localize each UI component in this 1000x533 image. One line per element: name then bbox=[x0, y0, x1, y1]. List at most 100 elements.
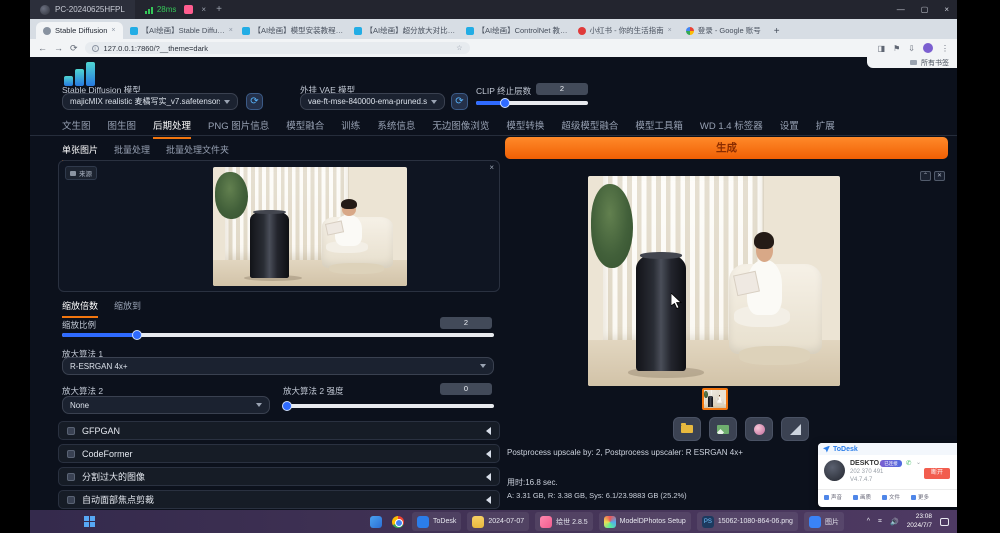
chrome-taskbar-button[interactable] bbox=[390, 512, 406, 531]
checkbox[interactable] bbox=[67, 450, 75, 458]
site-info-icon[interactable]: i bbox=[92, 45, 99, 52]
network-icon[interactable]: ⌗ bbox=[878, 518, 882, 526]
maximize-button[interactable]: ▢ bbox=[921, 5, 929, 14]
browser-tab[interactable]: 小红书 - 你的生活指南× bbox=[571, 22, 679, 39]
checkbox[interactable] bbox=[67, 496, 75, 504]
setup-taskbar-button[interactable]: ModelDPhotos Setup bbox=[599, 512, 691, 531]
checkbox[interactable] bbox=[67, 427, 75, 435]
tray-expand-icon[interactable]: ^ bbox=[867, 518, 870, 525]
open-folder-button[interactable] bbox=[673, 417, 701, 441]
browser-tab[interactable]: 登录 - Google 账号 bbox=[679, 22, 768, 39]
accordion-codeformer[interactable]: CodeFormer bbox=[58, 444, 500, 463]
checkbox[interactable] bbox=[67, 473, 75, 481]
forward-icon[interactable]: → bbox=[54, 43, 63, 53]
tray-date: 2024/7/7 bbox=[907, 522, 932, 530]
reload-icon[interactable]: ⟳ bbox=[70, 43, 78, 54]
address-bar[interactable]: i 127.0.0.1:7860/?__theme=dark ☆ bbox=[85, 42, 470, 54]
browser-tab[interactable]: 【AI绘画】ControlNet 教…× bbox=[459, 22, 571, 39]
save-image-button[interactable] bbox=[709, 417, 737, 441]
todesk-header[interactable]: ToDesk bbox=[818, 443, 957, 455]
browser-tab[interactable]: 【AI绘画】超分放大对比…× bbox=[347, 22, 459, 39]
taskbar-clock[interactable]: 23:08 2024/7/7 bbox=[907, 513, 932, 530]
minimize-button[interactable]: — bbox=[897, 5, 905, 14]
more-action[interactable]: 更多 bbox=[911, 493, 929, 501]
clip-skip-value[interactable]: 2 bbox=[536, 83, 588, 95]
sound-action[interactable]: 声音 bbox=[824, 493, 842, 501]
mouse-cursor bbox=[671, 293, 682, 309]
file-action[interactable]: 文件 bbox=[882, 493, 900, 501]
record-icon[interactable] bbox=[184, 5, 193, 14]
bookmark-star-icon[interactable]: ☆ bbox=[456, 44, 462, 52]
vae-dropdown[interactable]: vae-ft-mse-840000-ema-pruned.safetensors bbox=[300, 93, 445, 110]
close-button[interactable]: × bbox=[944, 5, 949, 14]
tab-close-icon[interactable]: × bbox=[668, 27, 672, 34]
send-to-extras-button[interactable] bbox=[781, 417, 809, 441]
refresh-model-button[interactable]: ⟳ bbox=[246, 93, 263, 110]
tab-close-icon[interactable]: × bbox=[111, 27, 115, 34]
accordion-auto-face-crop[interactable]: 自动面部焦点剪裁 bbox=[58, 490, 500, 509]
system-tray: ^ ⌗ 🔊 23:08 2024/7/7 bbox=[867, 513, 957, 530]
remote-session-tab[interactable]: PC-20240625HFPL bbox=[30, 0, 135, 19]
tab-close-icon[interactable]: × bbox=[229, 27, 233, 34]
png-file-taskbar-button[interactable]: PS15062-1080-864-06.png bbox=[697, 512, 798, 531]
generate-button[interactable]: 生成 bbox=[505, 137, 948, 159]
image-file-icon: PS bbox=[702, 516, 714, 528]
collapse-arrow-icon bbox=[486, 496, 491, 504]
session-close-button[interactable]: × bbox=[201, 5, 206, 14]
fullscreen-icon[interactable]: ⌃ bbox=[920, 171, 931, 181]
clear-image-button[interactable]: × bbox=[489, 163, 494, 172]
notification-icon[interactable] bbox=[940, 518, 949, 526]
quality-action[interactable]: 画质 bbox=[853, 493, 871, 501]
resize-slider[interactable] bbox=[62, 333, 494, 337]
sound-icon bbox=[824, 495, 829, 500]
url-text: 127.0.0.1:7860/?__theme=dark bbox=[104, 44, 452, 53]
accordion-gfpgan[interactable]: GFPGAN bbox=[58, 421, 500, 440]
photos-taskbar-button[interactable]: 图片 bbox=[804, 512, 844, 531]
browser-menu-icon[interactable]: ⋮ bbox=[941, 44, 949, 53]
output-image[interactable] bbox=[588, 176, 840, 386]
refresh-vae-button[interactable]: ⟳ bbox=[451, 93, 468, 110]
browser-tab[interactable]: 【AI绘画】Stable Diffu…× bbox=[123, 22, 235, 39]
folder-icon bbox=[910, 60, 917, 65]
more-icon[interactable]: ⌄ bbox=[916, 459, 921, 466]
start-button[interactable] bbox=[84, 516, 96, 528]
todesk-avatar bbox=[824, 460, 845, 481]
extension-icon[interactable]: ⚑ bbox=[893, 44, 900, 53]
todesk-logo-icon bbox=[823, 446, 830, 453]
folder-taskbar-button[interactable]: 2024-07-07 bbox=[467, 512, 529, 531]
todesk-taskbar-button[interactable]: ToDesk bbox=[412, 512, 461, 531]
close-preview-icon[interactable]: ✕ bbox=[934, 171, 945, 181]
subtab-scale-by[interactable]: 缩放倍数 bbox=[62, 299, 98, 318]
source-image-dropzone[interactable]: 来源 × bbox=[58, 160, 500, 292]
all-bookmarks-chip[interactable]: 所有书签 bbox=[867, 57, 957, 68]
todesk-icon bbox=[417, 516, 429, 528]
downloads-icon[interactable]: ⇩ bbox=[908, 44, 915, 53]
launcher-taskbar-button[interactable]: 绘世 2.8.5 bbox=[535, 512, 593, 531]
sd-model-dropdown[interactable]: majicMIX realistic 麦橘写实_v7.safetensors [… bbox=[62, 93, 238, 110]
browser-tab[interactable]: 【AI绘画】模型安装教程…× bbox=[235, 22, 347, 39]
browser-tab-active[interactable]: Stable Diffusion × bbox=[36, 22, 123, 39]
profile-avatar[interactable] bbox=[923, 43, 933, 53]
accordion-split-oversized[interactable]: 分割过大的图像 bbox=[58, 467, 500, 486]
session-new-tab-button[interactable]: + bbox=[216, 4, 222, 15]
upscaler2-dropdown[interactable]: None bbox=[62, 396, 270, 414]
widgets-button[interactable] bbox=[368, 512, 384, 531]
remote-session-titlebar: PC-20240625HFPL 28ms × + — ▢ × bbox=[30, 0, 957, 19]
volume-icon[interactable]: 🔊 bbox=[890, 518, 899, 526]
upscaler1-dropdown[interactable]: R-ESRGAN 4x+ bbox=[62, 357, 494, 375]
clip-skip-slider[interactable] bbox=[476, 101, 588, 105]
send-to-img2img-button[interactable] bbox=[745, 417, 773, 441]
upscaler2-strength-slider[interactable] bbox=[283, 404, 494, 408]
output-thumbnail[interactable] bbox=[702, 388, 728, 410]
bilibili-favicon bbox=[466, 27, 474, 35]
subtab-scale-to[interactable]: 缩放到 bbox=[114, 299, 141, 318]
source-image[interactable] bbox=[213, 167, 407, 286]
phone-icon[interactable]: ✆ bbox=[906, 459, 911, 467]
disconnect-button[interactable]: 断开 bbox=[924, 468, 950, 479]
browser-new-tab-button[interactable]: + bbox=[774, 26, 780, 37]
back-icon[interactable]: ← bbox=[38, 43, 47, 53]
folder-icon bbox=[681, 425, 693, 433]
extension-icon[interactable]: ◨ bbox=[878, 44, 886, 53]
resize-value[interactable]: 2 bbox=[440, 317, 492, 329]
upscaler2-strength-value[interactable]: 0 bbox=[440, 383, 492, 395]
